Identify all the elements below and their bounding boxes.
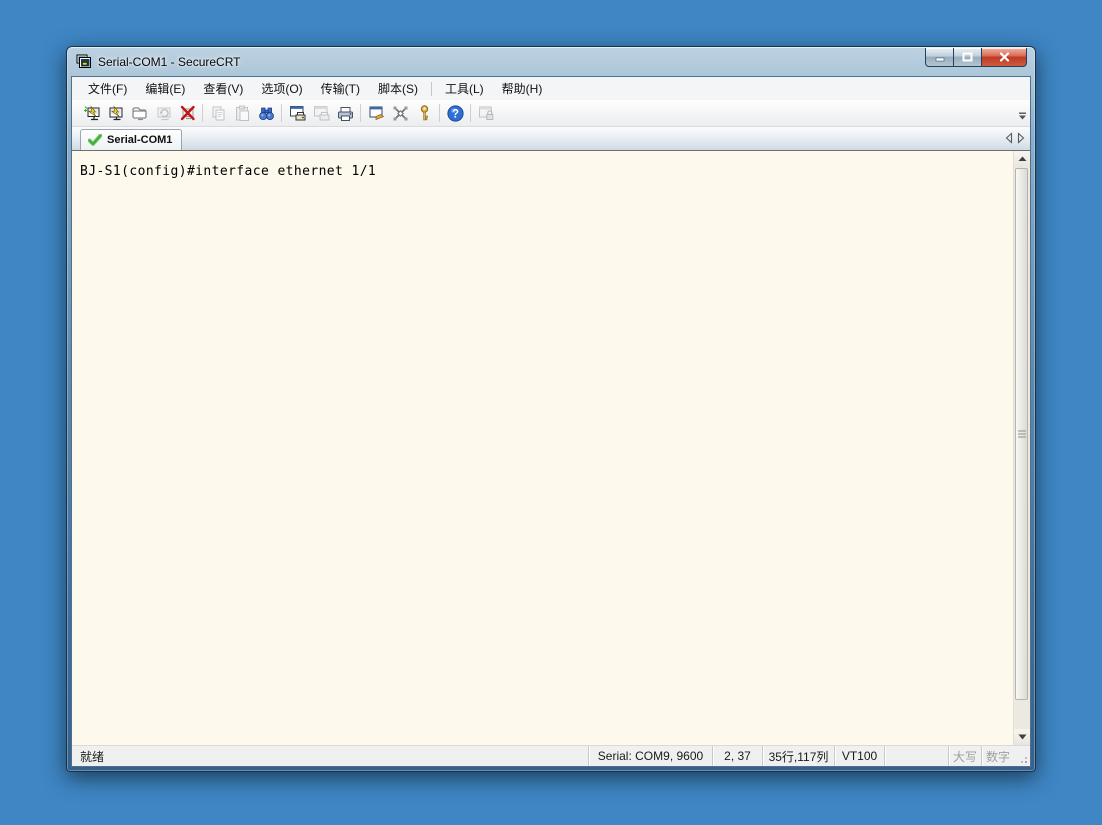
paste-icon[interactable] bbox=[230, 102, 254, 125]
reconnect-icon[interactable] bbox=[151, 102, 175, 125]
session-options-icon[interactable] bbox=[364, 102, 388, 125]
toolbar-divider bbox=[202, 104, 203, 122]
print-selection-icon[interactable] bbox=[309, 102, 333, 125]
resize-grip-icon[interactable] bbox=[1014, 746, 1030, 766]
print-icon[interactable] bbox=[333, 102, 357, 125]
status-serial: Serial: COM9, 9600 bbox=[588, 746, 712, 766]
menu-divider bbox=[430, 81, 432, 96]
status-cursor-position: 2, 37 bbox=[712, 746, 762, 766]
menu-tools[interactable]: 工具(L) bbox=[436, 77, 493, 100]
scrollbar-thumb[interactable] bbox=[1015, 168, 1028, 700]
scroll-down-icon[interactable] bbox=[1014, 729, 1030, 745]
find-icon[interactable] bbox=[254, 102, 278, 125]
toolbar-overflow-chevron-icon[interactable] bbox=[1016, 101, 1029, 124]
menu-bar: 文件(F) 编辑(E) 查看(V) 选项(O) 传输(T) 脚本(S) 工具(L… bbox=[72, 77, 1030, 100]
menu-transfer[interactable]: 传输(T) bbox=[312, 77, 369, 100]
client-area: 文件(F) 编辑(E) 查看(V) 选项(O) 传输(T) 脚本(S) 工具(L… bbox=[71, 76, 1031, 767]
toolbar-divider bbox=[470, 104, 471, 122]
status-bar: 就绪 Serial: COM9, 9600 2, 37 35行,117列 VT1… bbox=[72, 745, 1030, 766]
help-icon[interactable]: ? bbox=[443, 102, 467, 125]
copy-icon[interactable] bbox=[206, 102, 230, 125]
tab-scroll-left-icon[interactable] bbox=[1005, 132, 1013, 144]
toolbar-divider bbox=[281, 104, 282, 122]
tab-label: Serial-COM1 bbox=[107, 134, 173, 146]
menu-file[interactable]: 文件(F) bbox=[79, 77, 136, 100]
connect-icon[interactable] bbox=[103, 102, 127, 125]
securecrt-app-icon bbox=[76, 54, 92, 70]
status-spacer bbox=[884, 746, 948, 766]
menu-view[interactable]: 查看(V) bbox=[194, 77, 252, 100]
secure-session-lock-icon[interactable] bbox=[474, 102, 498, 125]
vertical-scrollbar[interactable] bbox=[1013, 151, 1030, 745]
toolbar-divider bbox=[360, 104, 361, 122]
connect-in-tab-icon[interactable] bbox=[127, 102, 151, 125]
tab-scroll-right-icon[interactable] bbox=[1017, 132, 1025, 144]
restore-button[interactable] bbox=[953, 48, 982, 67]
terminal-output-line: BJ-S1(config)#interface ethernet 1/1 bbox=[80, 164, 377, 179]
securecrt-window: Serial-COM1 - SecureCRT 文件(F) 编辑(E) 查看(V… bbox=[66, 46, 1036, 772]
status-num-lock: 数字 bbox=[981, 746, 1014, 766]
menu-options[interactable]: 选项(O) bbox=[252, 77, 311, 100]
window-controls bbox=[925, 48, 1027, 67]
toolbar-divider bbox=[439, 104, 440, 122]
close-button[interactable] bbox=[981, 48, 1027, 67]
session-connected-check-icon bbox=[88, 134, 102, 146]
menu-script[interactable]: 脚本(S) bbox=[369, 77, 427, 100]
menu-edit[interactable]: 编辑(E) bbox=[136, 77, 194, 100]
tab-serial-com1[interactable]: Serial-COM1 bbox=[80, 129, 183, 150]
svg-text:?: ? bbox=[451, 108, 458, 120]
disconnect-icon[interactable] bbox=[175, 102, 199, 125]
print-screen-icon[interactable] bbox=[285, 102, 309, 125]
menu-help[interactable]: 帮助(H) bbox=[493, 77, 552, 100]
manage-keys-icon[interactable] bbox=[412, 102, 436, 125]
toolbar: ? bbox=[72, 100, 1030, 127]
quick-connect-icon[interactable] bbox=[79, 102, 103, 125]
status-caps-lock: 大写 bbox=[948, 746, 981, 766]
tab-strip: Serial-COM1 bbox=[72, 127, 1030, 151]
status-emulation: VT100 bbox=[834, 746, 884, 766]
desktop: { "window": { "title": "Serial-COM1 - Se… bbox=[0, 0, 1102, 825]
status-ready: 就绪 bbox=[80, 749, 105, 764]
scrollbar-grip-icon bbox=[1017, 430, 1026, 438]
tab-scroll-controls bbox=[1005, 132, 1025, 144]
status-grid-size: 35行,117列 bbox=[762, 746, 834, 766]
terminal-screen[interactable]: BJ-S1(config)#interface ethernet 1/1 bbox=[72, 151, 1030, 745]
window-title: Serial-COM1 - SecureCRT bbox=[98, 54, 241, 69]
titlebar[interactable]: Serial-COM1 - SecureCRT bbox=[67, 47, 1035, 76]
scroll-up-icon[interactable] bbox=[1014, 151, 1030, 167]
minimize-button[interactable] bbox=[925, 48, 954, 67]
keymap-editor-icon[interactable] bbox=[388, 102, 412, 125]
